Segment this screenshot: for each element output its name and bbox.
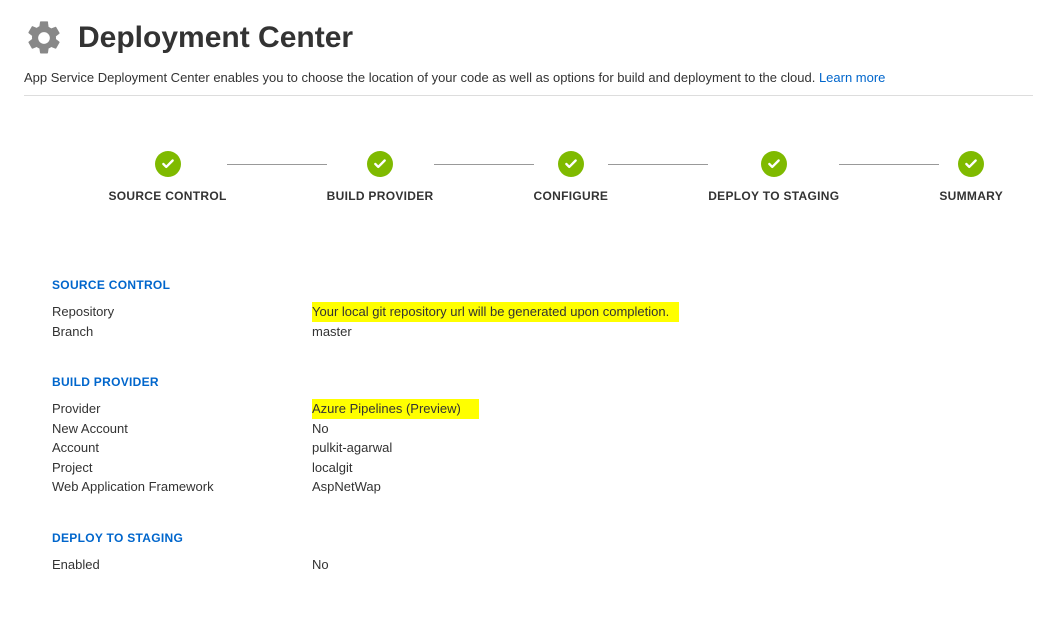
label-enabled: Enabled [52,555,312,575]
value-new-account: No [312,419,1033,439]
summary-panel: SOURCE CONTROL Repository Your local git… [24,278,1033,574]
checkmark-icon [958,151,984,177]
step-summary[interactable]: SUMMARY [939,151,1003,203]
row-new-account: New Account No [52,419,1033,439]
label-repository: Repository [52,302,312,322]
step-connector [434,164,534,165]
checkmark-icon [155,151,181,177]
label-branch: Branch [52,322,312,342]
value-branch: master [312,322,1033,342]
step-label: BUILD PROVIDER [327,189,434,203]
row-provider: Provider Azure Pipelines (Preview) [52,399,1033,419]
label-provider: Provider [52,399,312,419]
step-connector [608,164,708,165]
step-label: DEPLOY TO STAGING [708,189,839,203]
step-connector [839,164,939,165]
label-project: Project [52,458,312,478]
label-account: Account [52,438,312,458]
value-enabled: No [312,555,1033,575]
step-deploy-to-staging[interactable]: DEPLOY TO STAGING [708,151,839,203]
step-build-provider[interactable]: BUILD PROVIDER [327,151,434,203]
checkmark-icon [761,151,787,177]
value-project: localgit [312,458,1033,478]
gear-icon [24,18,64,58]
step-label: SUMMARY [939,189,1003,203]
step-source-control[interactable]: SOURCE CONTROL [108,151,226,203]
step-configure[interactable]: CONFIGURE [534,151,609,203]
header-divider [24,95,1033,96]
description-text: App Service Deployment Center enables yo… [24,70,819,85]
label-framework: Web Application Framework [52,477,312,497]
step-label: SOURCE CONTROL [108,189,226,203]
section-heading-deploy-to-staging: DEPLOY TO STAGING [52,531,1033,545]
value-repository: Your local git repository url will be ge… [312,302,679,322]
row-project: Project localgit [52,458,1033,478]
row-framework: Web Application Framework AspNetWap [52,477,1033,497]
label-new-account: New Account [52,419,312,439]
step-label: CONFIGURE [534,189,609,203]
row-enabled: Enabled No [52,555,1033,575]
value-provider: Azure Pipelines (Preview) [312,399,479,419]
checkmark-icon [367,151,393,177]
section-heading-build-provider: BUILD PROVIDER [52,375,1033,389]
wizard-stepper: SOURCE CONTROL BUILD PROVIDER CONFIGURE [108,151,1003,203]
row-account: Account pulkit-agarwal [52,438,1033,458]
row-repository: Repository Your local git repository url… [52,302,1033,322]
value-framework: AspNetWap [312,477,1033,497]
page-title: Deployment Center [78,21,353,55]
row-branch: Branch master [52,322,1033,342]
page-description: App Service Deployment Center enables yo… [24,70,1033,85]
value-account: pulkit-agarwal [312,438,1033,458]
learn-more-link[interactable]: Learn more [819,70,885,85]
step-connector [227,164,327,165]
section-heading-source-control: SOURCE CONTROL [52,278,1033,292]
checkmark-icon [558,151,584,177]
